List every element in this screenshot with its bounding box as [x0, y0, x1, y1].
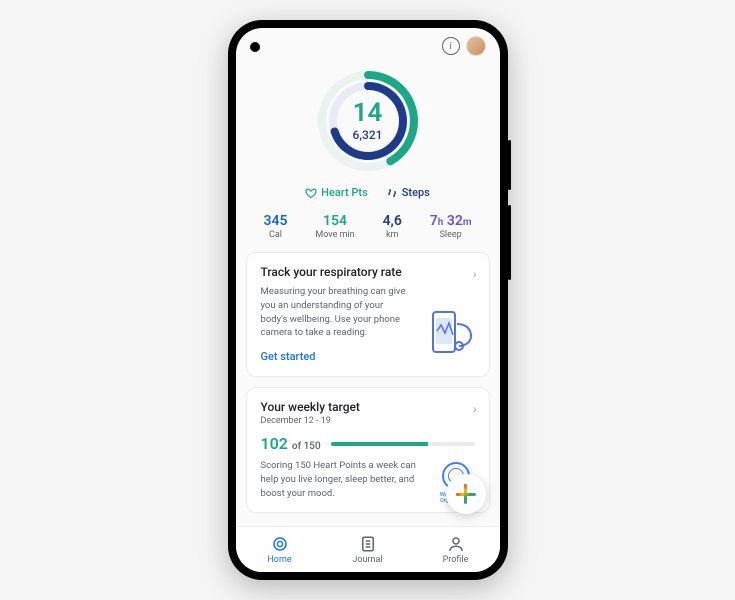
stats-row: 345 Cal 154 Move min 4,6 km 7h 32m Sleep — [250, 213, 486, 240]
chevron-right-icon: › — [473, 402, 477, 416]
avatar[interactable] — [466, 36, 486, 56]
nav-home[interactable]: Home — [236, 527, 324, 572]
progress-bar — [331, 442, 475, 446]
phone-frame: i 14 6,321 — [228, 20, 508, 580]
journal-icon — [359, 535, 377, 553]
add-fab[interactable] — [446, 474, 486, 514]
card-date: December 12 - 19 — [261, 416, 475, 426]
progress-of: of 150 — [292, 441, 321, 452]
chevron-right-icon: › — [473, 267, 477, 281]
progress-value: 102 — [261, 434, 288, 453]
legend-steps[interactable]: Steps — [386, 186, 430, 199]
activity-ring[interactable]: 14 6,321 — [313, 66, 423, 176]
stat-km[interactable]: 4,6 km — [383, 213, 402, 240]
get-started-link[interactable]: Get started — [261, 350, 316, 363]
stat-sleep[interactable]: 7h 32m Sleep — [430, 213, 472, 240]
activity-ring-section: 14 6,321 Heart Pts Steps — [246, 64, 490, 199]
plus-icon — [456, 484, 476, 504]
bottom-nav: Home Journal Profile — [236, 526, 500, 572]
heart-icon — [305, 187, 317, 199]
card-body: Measuring your breathing can give you an… — [261, 285, 411, 340]
steps-value: 6,321 — [353, 128, 383, 142]
heart-points-value: 14 — [353, 100, 383, 126]
profile-icon — [447, 535, 465, 553]
phone-stethoscope-icon — [417, 304, 477, 364]
home-icon — [271, 535, 289, 553]
steps-icon — [386, 187, 398, 199]
top-bar: i — [236, 28, 500, 64]
legend-heart-pts[interactable]: Heart Pts — [305, 186, 368, 199]
card-title: Track your respiratory rate — [261, 265, 475, 279]
card-respiratory[interactable]: › Track your respiratory rate Measuring … — [246, 252, 490, 377]
stat-cal[interactable]: 345 Cal — [263, 213, 287, 240]
card-title: Your weekly target — [261, 400, 475, 414]
ring-legend: Heart Pts Steps — [305, 186, 430, 199]
front-camera — [250, 42, 260, 52]
card-body: Scoring 150 Heart Points a week can help… — [261, 459, 421, 500]
info-icon[interactable]: i — [442, 37, 460, 55]
stat-move-min[interactable]: 154 Move min — [315, 213, 354, 240]
volume-button — [508, 205, 511, 280]
nav-profile[interactable]: Profile — [412, 527, 500, 572]
nav-journal[interactable]: Journal — [324, 527, 412, 572]
screen: i 14 6,321 — [236, 28, 500, 572]
power-button — [508, 140, 511, 190]
progress-row: 102 of 150 — [261, 434, 475, 453]
